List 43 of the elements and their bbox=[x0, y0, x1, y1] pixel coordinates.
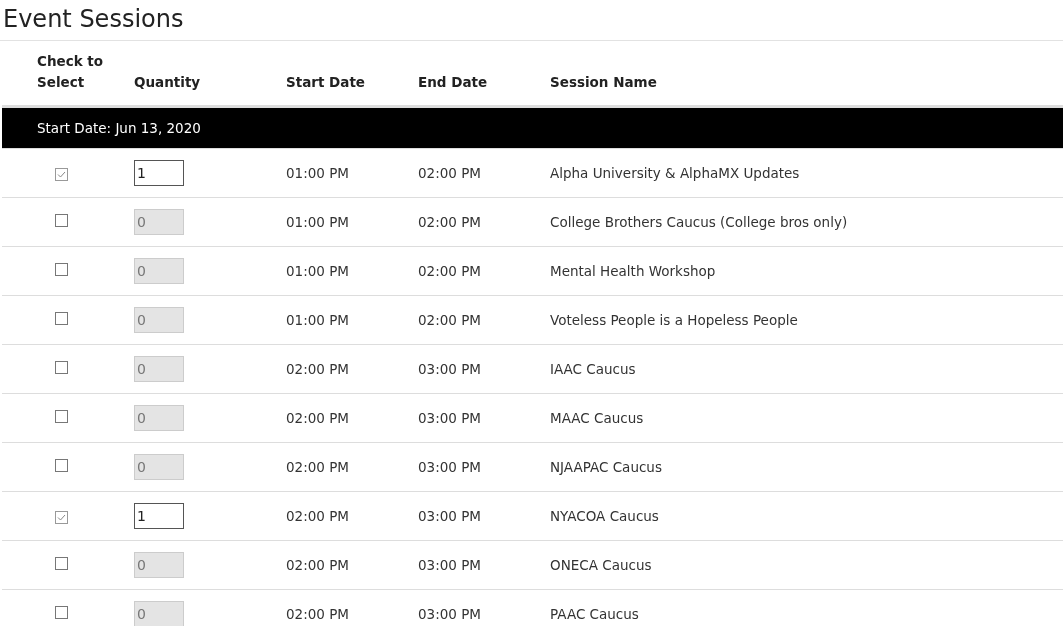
end-time: 03:00 PM bbox=[418, 360, 481, 377]
end-time: 03:00 PM bbox=[418, 556, 481, 573]
end-time: 03:00 PM bbox=[418, 409, 481, 426]
quantity-field[interactable]: 1 bbox=[134, 502, 184, 529]
end-time: 03:00 PM bbox=[418, 507, 481, 524]
start-time: 02:00 PM bbox=[286, 458, 349, 475]
start-time: 01:00 PM bbox=[286, 262, 349, 279]
end-time: 02:00 PM bbox=[418, 262, 481, 279]
end-time: 02:00 PM bbox=[418, 213, 481, 230]
end-time: 02:00 PM bbox=[418, 164, 481, 181]
start-time: 02:00 PM bbox=[286, 556, 349, 573]
column-header: End Date bbox=[418, 72, 488, 92]
session-name: Voteless People is a Hopeless People bbox=[550, 311, 798, 328]
checkbox[interactable] bbox=[55, 510, 68, 524]
checkbox[interactable] bbox=[55, 167, 68, 181]
page-title: Event Sessions bbox=[0, 0, 1063, 41]
start-time: 01:00 PM bbox=[286, 164, 349, 181]
column-header: Start Date bbox=[286, 72, 366, 92]
start-time: 02:00 PM bbox=[286, 605, 349, 622]
check-icon bbox=[57, 170, 66, 178]
session-name: NJAAPAC Caucus bbox=[550, 458, 662, 475]
end-time: 03:00 PM bbox=[418, 605, 481, 622]
session-name: NYACOA Caucus bbox=[550, 507, 659, 524]
session-name: IAAC Caucus bbox=[550, 360, 636, 377]
start-time: 02:00 PM bbox=[286, 409, 349, 426]
session-name: Alpha University & AlphaMX Updates bbox=[550, 164, 800, 181]
session-name: MAAC Caucus bbox=[550, 409, 644, 426]
start-time: 01:00 PM bbox=[286, 213, 349, 230]
check-icon bbox=[57, 513, 66, 521]
column-header: Check to Select bbox=[37, 51, 105, 92]
session-name: College Brothers Caucus (College bros only) bbox=[550, 213, 848, 230]
start-time: 01:00 PM bbox=[286, 311, 349, 328]
column-header: Session Name bbox=[550, 72, 657, 92]
start-time: 02:00 PM bbox=[286, 360, 349, 377]
session-name: Mental Health Workshop bbox=[550, 262, 716, 279]
session-name: PAAC Caucus bbox=[550, 605, 639, 622]
start-time: 02:00 PM bbox=[286, 507, 349, 524]
session-name: ONECA Caucus bbox=[550, 556, 652, 573]
end-time: 03:00 PM bbox=[418, 458, 481, 475]
column-header: Quantity bbox=[134, 72, 201, 92]
quantity-field[interactable]: 1 bbox=[134, 159, 184, 186]
date-group-header: Start Date: Jun 13, 2020 bbox=[2, 106, 1063, 149]
end-time: 02:00 PM bbox=[418, 311, 481, 328]
